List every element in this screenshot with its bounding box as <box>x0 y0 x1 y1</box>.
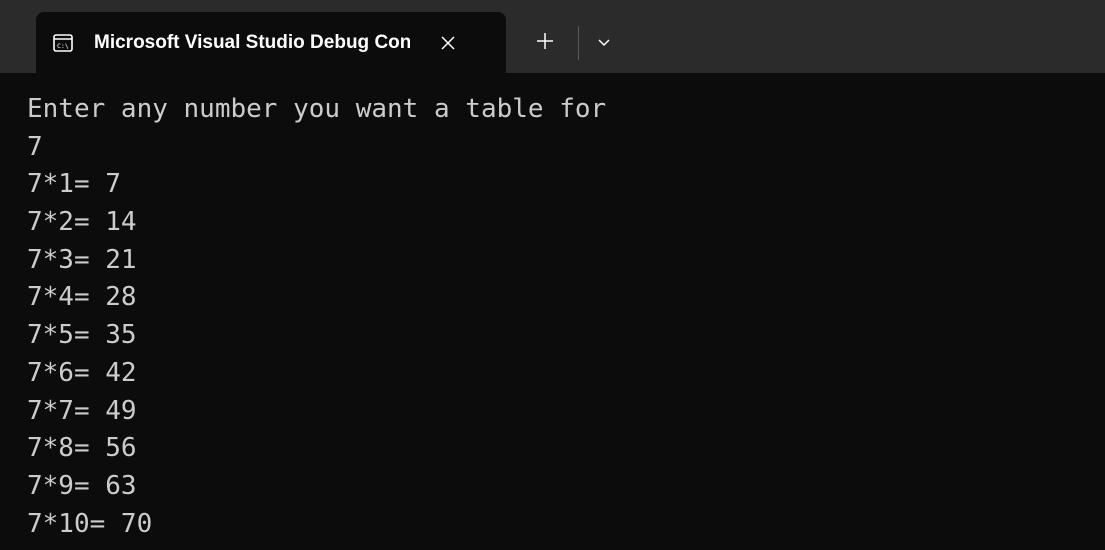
title-bar: C:\ Microsoft Visual Studio Debug Consol… <box>0 0 1105 74</box>
console-output[interactable]: Enter any number you want a table for 7 … <box>0 74 1105 550</box>
console-line: 7*2= 14 <box>27 207 137 238</box>
console-line: 7*7= 49 <box>27 395 137 426</box>
console-line: Enter any number you want a table for <box>27 94 607 124</box>
console-line: 7*8= 56 <box>27 433 137 464</box>
console-icon: C:\ <box>52 33 74 53</box>
console-line: 7*6= 42 <box>27 357 137 388</box>
console-line: 7*3= 21 <box>27 244 137 275</box>
tab-debug-console[interactable]: C:\ Microsoft Visual Studio Debug Consol… <box>36 12 506 73</box>
chevron-down-icon[interactable] <box>592 30 616 54</box>
tab-separator <box>578 26 579 60</box>
svg-text:C:\: C:\ <box>57 42 69 50</box>
terminal-window: C:\ Microsoft Visual Studio Debug Consol… <box>0 0 1105 550</box>
console-line: 7*10= 70 <box>27 508 153 539</box>
plus-icon[interactable] <box>530 26 560 56</box>
console-line: 7 <box>27 131 43 162</box>
console-line: 7*9= 63 <box>27 470 137 501</box>
console-line: 7*5= 35 <box>27 320 137 351</box>
console-line: 7*4= 28 <box>27 282 137 313</box>
console-line: 7*1= 7 <box>27 169 121 200</box>
close-icon[interactable] <box>434 29 462 57</box>
tab-title: Microsoft Visual Studio Debug Console <box>94 31 410 53</box>
